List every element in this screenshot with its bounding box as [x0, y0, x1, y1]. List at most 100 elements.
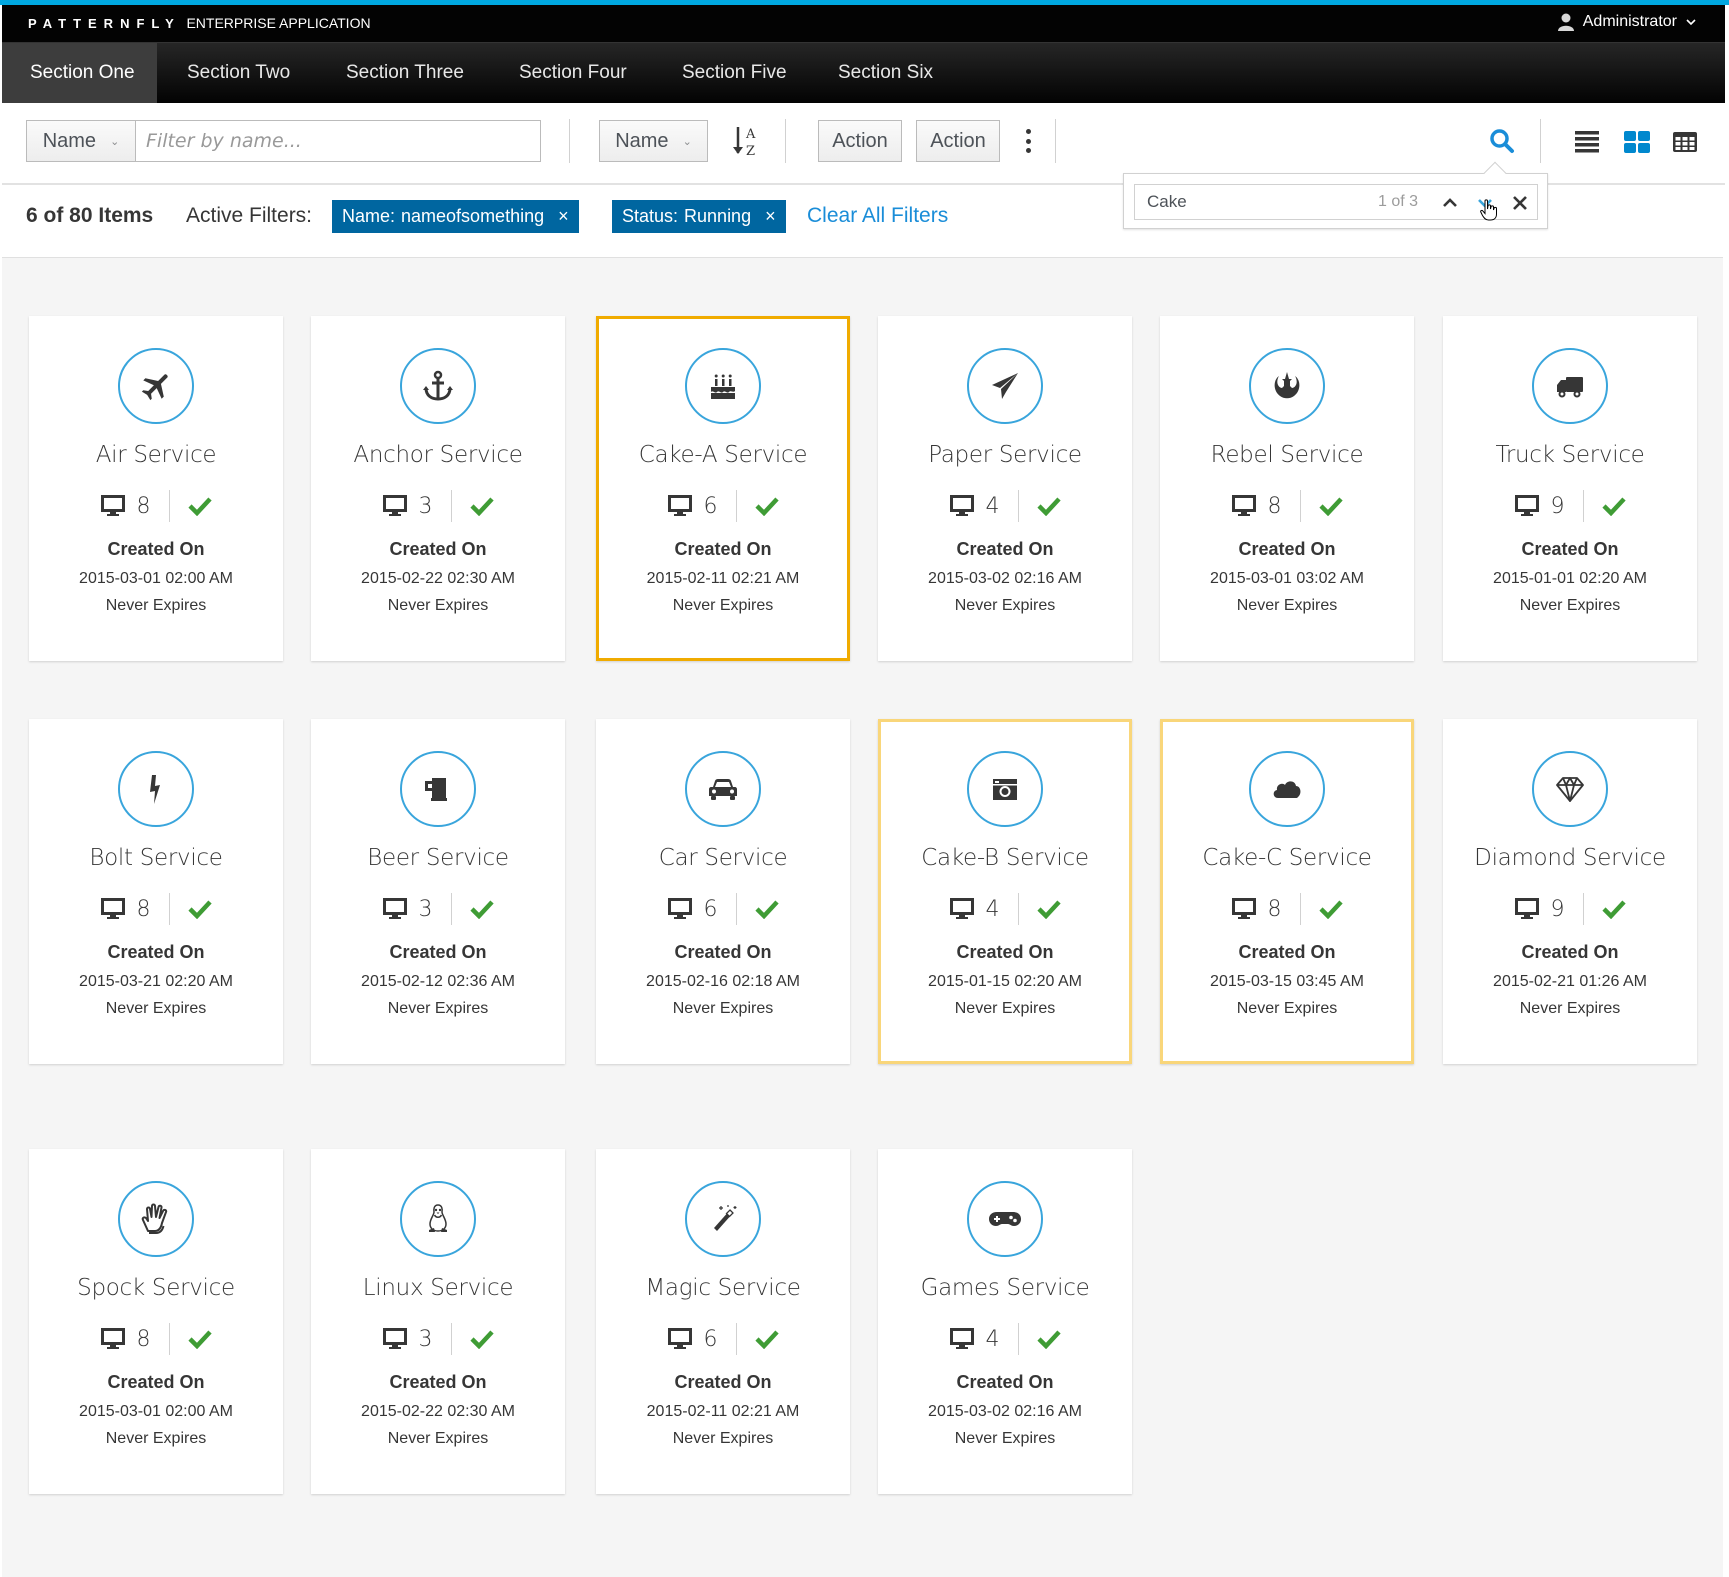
nav-tab-section-four[interactable]: Section Four: [491, 43, 655, 103]
remove-filter-icon[interactable]: ×: [558, 200, 569, 233]
service-card-car-service[interactable]: Car Service 6 Created On 2015-02-16 02:1…: [596, 719, 850, 1064]
gamepad-icon: [989, 1212, 1021, 1226]
card-title: Games Service: [920, 1275, 1090, 1301]
card-aggregate-status: 3: [311, 488, 565, 524]
service-card-magic-service[interactable]: Magic Service 6 Created On 2015-02-11 02…: [596, 1149, 850, 1494]
created-date: 2015-03-01 03:02 AM: [1210, 570, 1364, 587]
desktop-icon: [100, 898, 125, 919]
card-count: 3: [418, 493, 433, 519]
service-card-linux-service[interactable]: Linux Service 3 Created On 2015-02-22 02…: [311, 1149, 565, 1494]
card-agg-divider: [1299, 490, 1301, 522]
service-card-truck-service[interactable]: Truck Service 9 Created On 2015-01-01 02…: [1443, 316, 1697, 661]
ok-check-icon: [469, 1330, 494, 1349]
card-agg-divider: [1299, 893, 1301, 925]
nav-tab-section-six[interactable]: Section Six: [810, 43, 961, 103]
diamond-icon: [1556, 777, 1584, 802]
card-title: Spock Service: [77, 1275, 235, 1301]
card-agg-divider: [735, 490, 737, 522]
card-aggregate-status: 8: [29, 488, 283, 524]
service-card-rebel-service[interactable]: Rebel Service 8 Created On 2015-03-01 03…: [1160, 316, 1414, 661]
search-icon[interactable]: [1489, 128, 1515, 154]
card-title: Truck Service: [1495, 442, 1645, 468]
chevron-up-icon[interactable]: [1440, 193, 1460, 213]
card-title: Rebel Service: [1210, 442, 1364, 468]
card-aggregate-status: 9: [1443, 891, 1697, 927]
card-view-icon[interactable]: [1624, 131, 1650, 153]
nav-tab-section-one[interactable]: Section One: [2, 43, 157, 103]
service-icon-circle: [1249, 348, 1325, 424]
desktop-icon: [949, 495, 974, 516]
filter-input[interactable]: Filter by name...: [135, 120, 541, 162]
brand[interactable]: PATTERNFLY ENTERPRISE APPLICATION: [28, 15, 371, 31]
pointer-cursor-icon: [1480, 199, 1497, 221]
ok-check-icon: [469, 497, 494, 516]
card-count: 6: [703, 896, 718, 922]
find-input[interactable]: Cake: [1147, 185, 1187, 219]
created-label: Created On: [107, 539, 205, 559]
card-aggregate-status: 3: [311, 891, 565, 927]
expires-text: Never Expires: [387, 1430, 489, 1447]
created-date: 2015-02-11 02:21 AM: [646, 570, 800, 587]
nav-tab-section-five[interactable]: Section Five: [654, 43, 815, 103]
expires-text: Never Expires: [1519, 1000, 1621, 1017]
card-aggregate-status: 6: [596, 891, 850, 927]
service-card-anchor-service[interactable]: Anchor Service 3 Created On 2015-02-22 0…: [311, 316, 565, 661]
card-agg-divider: [168, 1323, 170, 1355]
action-button-2[interactable]: Action: [916, 120, 1000, 162]
service-card-bolt-service[interactable]: Bolt Service 8 Created On 2015-03-21 02:…: [29, 719, 283, 1064]
card-count: 3: [418, 896, 433, 922]
ok-check-icon: [1601, 900, 1626, 919]
filter-field-dropdown[interactable]: Name ⌄: [26, 120, 136, 162]
list-view-icon[interactable]: [1575, 131, 1599, 153]
service-card-cake-a-service[interactable]: Cake-A Service 6 Created On 2015-02-11 0…: [596, 316, 850, 661]
service-card-diamond-service[interactable]: Diamond Service 9 Created On 2015-02-21 …: [1443, 719, 1697, 1064]
anchor-icon: [423, 370, 453, 401]
sort-alpha-asc-icon[interactable]: A Z: [732, 123, 762, 159]
service-icon-circle: [118, 348, 194, 424]
card-count: 8: [1267, 896, 1282, 922]
user-menu[interactable]: Administrator: [1557, 13, 1697, 31]
service-card-air-service[interactable]: Air Service 8 Created On 2015-03-01 02:0…: [29, 316, 283, 661]
card-agg-divider: [735, 893, 737, 925]
service-icon-circle: [967, 1181, 1043, 1257]
active-filters-label: Active Filters:: [186, 204, 313, 227]
clear-all-filters-link[interactable]: Clear All Filters: [807, 204, 948, 228]
desktop-icon: [100, 1328, 125, 1349]
created-date: 2015-01-01 02:20 AM: [1493, 570, 1647, 587]
created-date: 2015-03-02 02:16 AM: [928, 1403, 1082, 1420]
expires-text: Never Expires: [105, 1000, 207, 1017]
filter-chip-name: Name: nameofsomething ×: [332, 200, 579, 233]
card-count: 4: [985, 896, 1000, 922]
card-count: 4: [985, 493, 1000, 519]
service-icon-circle: [967, 751, 1043, 827]
service-card-cake-b-service[interactable]: Cake-B Service 4 Created On 2015-01-15 0…: [878, 719, 1132, 1064]
paper-plane-icon: [992, 373, 1018, 399]
card-count: 6: [703, 493, 718, 519]
table-view-icon[interactable]: [1672, 131, 1698, 153]
sort-field-dropdown[interactable]: Name ⌄: [599, 120, 708, 162]
service-card-games-service[interactable]: Games Service 4 Created On 2015-03-02 02…: [878, 1149, 1132, 1494]
camera-retro-icon: [993, 779, 1017, 800]
remove-filter-icon[interactable]: ×: [765, 200, 776, 233]
service-card-beer-service[interactable]: Beer Service 3 Created On 2015-02-12 02:…: [311, 719, 565, 1064]
service-card-paper-service[interactable]: Paper Service 4 Created On 2015-03-02 02…: [878, 316, 1132, 661]
close-icon[interactable]: [1510, 193, 1530, 213]
nav-tab-section-three[interactable]: Section Three: [318, 43, 492, 103]
toolbar-divider: [1540, 119, 1541, 163]
created-label: Created On: [107, 942, 205, 962]
expires-text: Never Expires: [387, 1000, 489, 1017]
created-label: Created On: [674, 539, 772, 559]
service-icon-circle: [400, 1181, 476, 1257]
card-count: 4: [985, 1326, 1000, 1352]
ok-check-icon: [1318, 497, 1343, 516]
nav-tab-section-two[interactable]: Section Two: [159, 43, 318, 103]
kebab-icon[interactable]: [1024, 127, 1032, 155]
chevron-down-icon: ⌄: [110, 135, 120, 148]
service-card-cake-c-service[interactable]: Cake-C Service 8 Created On 2015-03-15 0…: [1160, 719, 1414, 1064]
service-card-spock-service[interactable]: Spock Service 8 Created On 2015-03-01 02…: [29, 1149, 283, 1494]
find-field[interactable]: Cake 1 of 3: [1134, 184, 1538, 221]
sort-field-label: Name: [615, 129, 669, 152]
card-aggregate-status: 4: [878, 1321, 1132, 1357]
card-agg-divider: [1582, 490, 1584, 522]
action-button-1[interactable]: Action: [818, 120, 902, 162]
